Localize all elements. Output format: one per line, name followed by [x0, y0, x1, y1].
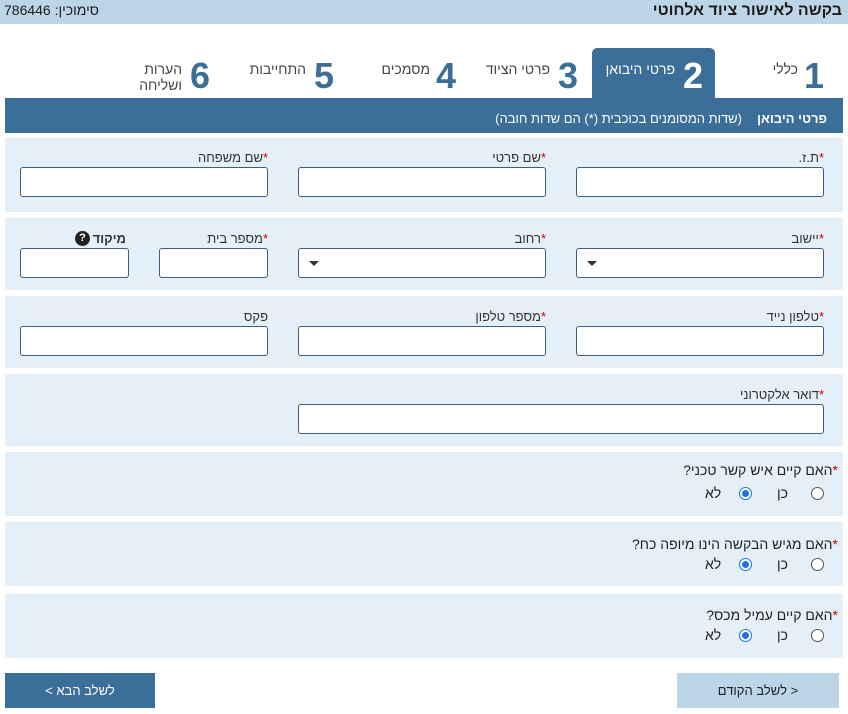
- id-number-input[interactable]: [577, 168, 823, 196]
- radio-no-label: לא: [705, 485, 722, 501]
- radio-yes-label: כן: [777, 556, 788, 572]
- city-label: *יישוב: [791, 231, 824, 246]
- tab-label-line2: ושליחה: [139, 77, 182, 93]
- help-icon[interactable]: ?: [75, 231, 90, 246]
- radio-no[interactable]: [739, 487, 752, 500]
- section-title: פרטי היבואן: [757, 111, 827, 126]
- radio-no-label: לא: [705, 556, 722, 572]
- tab-number: 4: [435, 55, 456, 96]
- tab-label: מסמכים: [381, 61, 430, 77]
- tab-number: 2: [682, 55, 703, 96]
- radio-no[interactable]: [739, 629, 752, 642]
- top-header: בקשה לאישור ציוד אלחוטי סימוכין: 786446: [0, 0, 848, 24]
- phone-field[interactable]: [298, 326, 546, 356]
- radio-no[interactable]: [739, 558, 752, 571]
- tab-general[interactable]: 1 כללי: [724, 48, 834, 98]
- question-label: *האם מגיש הבקשה הינו מיופה כח?: [631, 536, 838, 552]
- city-select[interactable]: [576, 248, 824, 278]
- panel-personal: *ת.ז. *שם פרטי *שם משפחה: [5, 138, 843, 212]
- fax-label: פקס: [243, 309, 268, 324]
- street-label: *רחוב: [514, 231, 546, 246]
- reference-number: סימוכין: 786446: [4, 2, 99, 18]
- fax-field[interactable]: [20, 326, 268, 356]
- fax-input[interactable]: [21, 327, 267, 355]
- tab-commitment[interactable]: 5 התחייבות: [240, 48, 350, 98]
- question-label: *האם קיים עמיל מכס?: [706, 607, 838, 623]
- section-header: פרטי היבואן (שדות המסומנים בכוכבית (*) ה…: [5, 98, 843, 133]
- house-number-field[interactable]: [159, 248, 268, 278]
- tab-equipment-details[interactable]: 3 פרטי הציוד: [478, 48, 588, 98]
- first-name-field[interactable]: [298, 167, 546, 197]
- panel-address: *יישוב *רחוב *מספר בית מיקוד ?: [5, 218, 843, 290]
- radio-yes[interactable]: [811, 558, 824, 571]
- tab-comments-submit[interactable]: 6 הערות ושליחה: [130, 48, 230, 98]
- next-step-button[interactable]: לשלב הבא >: [5, 673, 155, 708]
- email-label: *דואר אלקטרוני: [740, 387, 824, 402]
- last-name-field[interactable]: [20, 167, 268, 197]
- radio-no-label: לא: [705, 627, 722, 643]
- last-name-label: *שם משפחה: [198, 150, 268, 165]
- page-title: בקשה לאישור ציוד אלחוטי: [652, 2, 842, 19]
- tab-label: פרטי הציוד: [485, 61, 550, 77]
- tab-documents[interactable]: 4 מסמכים: [370, 48, 470, 98]
- tab-importer-details[interactable]: 2 פרטי היבואן: [592, 48, 715, 98]
- zip-field[interactable]: [20, 248, 129, 278]
- previous-step-button[interactable]: < לשלב הקודם: [677, 673, 839, 708]
- tab-label: פרטי היבואן: [605, 61, 675, 77]
- chevron-down-icon: [309, 261, 319, 266]
- email-field[interactable]: [298, 404, 824, 434]
- last-name-input[interactable]: [21, 168, 267, 196]
- street-select[interactable]: [298, 248, 546, 278]
- question-label: *האם קיים איש קשר טכני?: [683, 462, 838, 478]
- panel-phones: *טלפון נייד *מספר טלפון פקס: [5, 296, 843, 368]
- radio-yes[interactable]: [811, 629, 824, 642]
- radio-yes-label: כן: [777, 627, 788, 643]
- phone-label: *מספר טלפון: [475, 309, 546, 324]
- mobile-field[interactable]: [576, 326, 824, 356]
- tab-number: 3: [557, 55, 578, 96]
- panel-question-technical-contact: *האם קיים איש קשר טכני? כן לא: [5, 452, 843, 516]
- house-number-label: *מספר בית: [207, 231, 268, 246]
- panel-email: *דואר אלקטרוני: [5, 374, 843, 446]
- first-name-input[interactable]: [299, 168, 545, 196]
- first-name-label: *שם פרטי: [492, 150, 546, 165]
- mobile-label: *טלפון נייד: [766, 309, 825, 324]
- required-note: (שדות המסומנים בכוכבית (*) הם שדות חובה): [495, 111, 742, 126]
- id-number-field[interactable]: [576, 167, 824, 197]
- zip-input[interactable]: [21, 249, 128, 277]
- house-number-input[interactable]: [160, 249, 267, 277]
- tab-label: התחייבות: [249, 61, 306, 77]
- tab-number: 5: [313, 55, 334, 96]
- phone-input[interactable]: [299, 327, 545, 355]
- step-tabs: 1 כללי 2 פרטי היבואן 3 פרטי הציוד 4 מסמכ…: [0, 48, 848, 98]
- radio-yes[interactable]: [811, 487, 824, 500]
- tab-number: 1: [803, 55, 824, 96]
- radio-yes-label: כן: [777, 485, 788, 501]
- zip-label: מיקוד: [92, 231, 126, 246]
- panel-question-customs-agent: *האם קיים עמיל מכס? כן לא: [5, 594, 843, 658]
- mobile-input[interactable]: [577, 327, 823, 355]
- panel-question-power-of-attorney: *האם מגיש הבקשה הינו מיופה כח? כן לא: [5, 522, 843, 586]
- tab-label: כללי: [772, 61, 798, 77]
- tab-number: 6: [189, 55, 210, 96]
- id-number-label: *ת.ז.: [798, 150, 824, 165]
- chevron-down-icon: [587, 261, 597, 266]
- email-input[interactable]: [299, 405, 823, 433]
